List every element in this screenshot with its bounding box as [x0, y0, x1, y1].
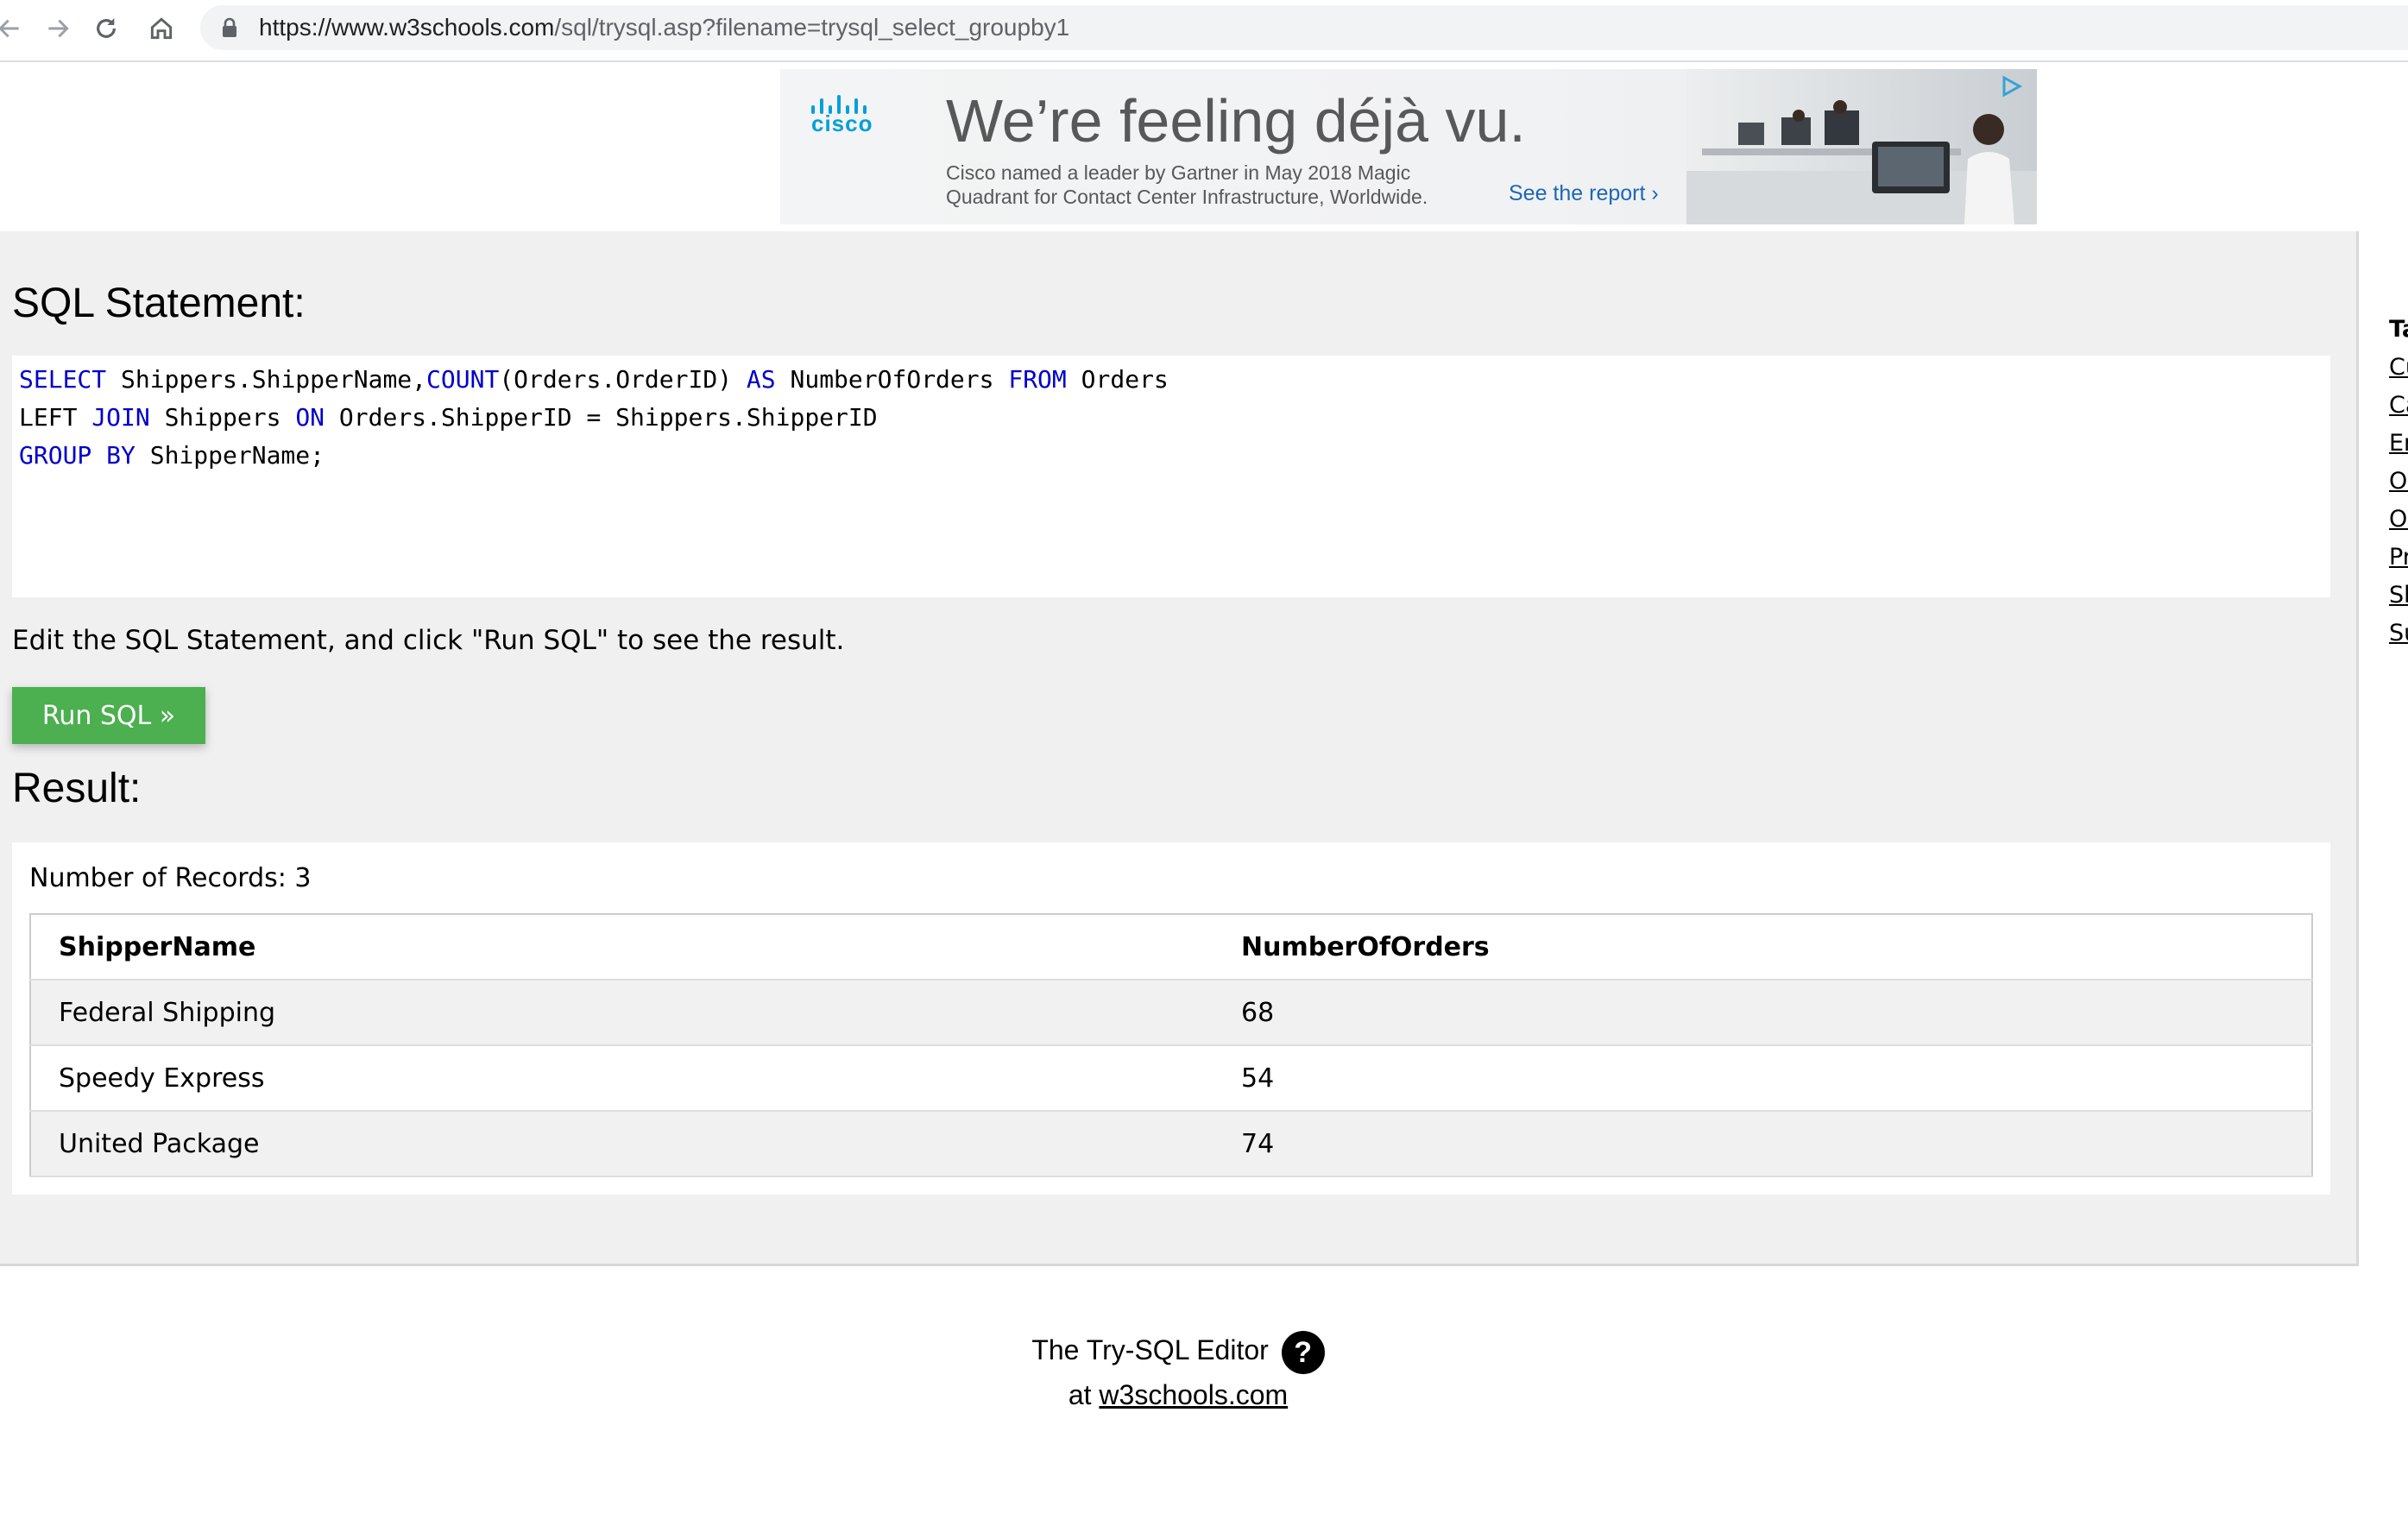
table-cell: Speedy Express: [30, 1045, 1213, 1112]
table-cell: 74: [1213, 1111, 2312, 1177]
w3schools-link[interactable]: w3schools.com: [1099, 1379, 1288, 1410]
code-line: GROUP BY ShipperName;: [19, 437, 2323, 475]
sidebar-table-link[interactable]: Or: [2389, 501, 2408, 539]
url-path: /sql/trysql.asp?filename=trysql_select_g…: [554, 14, 1070, 41]
sql-text: Shippers.ShipperName,: [106, 365, 427, 394]
tables-sidebar: Ta Cu Ca Em Or Or Pr Sh Su: [2389, 311, 2408, 653]
column-header: NumberOfOrders: [1213, 914, 2312, 981]
address-bar[interactable]: https://www.w3schools.com/sql/trysql.asp…: [200, 5, 2408, 50]
table-cell: United Package: [30, 1111, 1213, 1177]
sql-text: Shippers: [149, 403, 296, 432]
sql-keyword: JOIN: [91, 403, 150, 432]
table-cell: Federal Shipping: [30, 980, 1213, 1046]
ad-body: Cisco named a leader by Gartner in May 2…: [946, 161, 1428, 208]
sidebar-heading: Ta: [2389, 316, 2408, 343]
home-icon[interactable]: [140, 9, 183, 48]
sql-text: NumberOfOrders: [775, 365, 1009, 394]
reload-icon[interactable]: [85, 9, 128, 48]
table-row: Federal Shipping 68: [30, 980, 2312, 1046]
run-sql-button[interactable]: Run SQL »: [12, 687, 205, 744]
ad-photo-image: [1686, 69, 2037, 224]
result-heading: Result:: [12, 766, 142, 811]
adchoices-icon[interactable]: [1999, 74, 2023, 98]
ad-brand: cisco: [811, 110, 873, 136]
sidebar-table-link[interactable]: Sh: [2389, 577, 2408, 615]
sql-keyword: GROUP BY: [19, 441, 136, 470]
footer-title: The Try-SQL Editor: [1031, 1334, 1269, 1365]
record-count: Number of Records: 3: [29, 863, 312, 893]
forward-icon[interactable]: [36, 9, 79, 48]
url-host: https://www.w3schools.com: [259, 14, 555, 41]
sidebar-table-link[interactable]: Em: [2389, 425, 2408, 463]
ad-headline: We’re feeling déjà vu.: [946, 87, 1526, 154]
browser-toolbar: https://www.w3schools.com/sql/trysql.asp…: [0, 0, 2408, 62]
table-row: Speedy Express 54: [30, 1045, 2312, 1112]
ad-link[interactable]: See the report ›: [1509, 181, 1659, 206]
sql-keyword: COUNT: [426, 365, 500, 394]
sidebar-table-link[interactable]: Ca: [2389, 387, 2408, 425]
table-header-row: ShipperName NumberOfOrders: [30, 914, 2312, 981]
sql-text: LEFT: [19, 403, 92, 432]
footer-line: The Try-SQL Editor ?: [0, 1329, 2356, 1374]
sql-text: Orders: [1066, 365, 1169, 394]
footer: The Try-SQL Editor ? at w3schools.com: [0, 1329, 2356, 1416]
url-text: https://www.w3schools.com/sql/trysql.asp…: [259, 12, 1069, 43]
footer-at: at: [1068, 1378, 1100, 1410]
sql-keyword: FROM: [1008, 365, 1067, 394]
result-box: Number of Records: 3 ShipperName NumberO…: [12, 842, 2330, 1195]
sidebar-table-link[interactable]: Pr: [2389, 539, 2408, 577]
instruction-text: Edit the SQL Statement, and click "Run S…: [12, 625, 845, 656]
sql-statement-heading: SQL Statement:: [12, 281, 306, 326]
code-line: SELECT Shippers.ShipperName,COUNT(Orders…: [19, 361, 2323, 399]
sidebar-table-link[interactable]: Su: [2389, 615, 2408, 653]
help-icon[interactable]: ?: [1281, 1330, 1325, 1374]
sql-text: Orders.ShipperID = Shippers.ShipperID: [325, 403, 878, 432]
sql-keyword: SELECT: [19, 365, 107, 394]
result-table: ShipperName NumberOfOrders Federal Shipp…: [29, 913, 2313, 1177]
table-cell: 68: [1213, 980, 2312, 1046]
footer-line: at w3schools.com: [0, 1374, 2356, 1416]
column-header: ShipperName: [30, 914, 1213, 981]
table-row: United Package 74: [30, 1111, 2312, 1177]
back-icon[interactable]: [0, 9, 31, 48]
sql-text: ShipperName;: [135, 441, 325, 470]
lock-icon: [223, 17, 236, 37]
sidebar-table-link[interactable]: Or: [2389, 463, 2408, 501]
code-line: LEFT JOIN Shippers ON Orders.ShipperID =…: [19, 399, 2323, 437]
sql-keyword: AS: [746, 365, 776, 394]
editor-panel: SQL Statement: SELECT Shippers.ShipperNa…: [0, 231, 2359, 1266]
sidebar-table-link[interactable]: Cu: [2389, 349, 2408, 387]
ad-banner[interactable]: cisco We’re feeling déjà vu. Cisco named…: [780, 69, 2037, 224]
sql-code-editor[interactable]: SELECT Shippers.ShipperName,COUNT(Orders…: [12, 356, 2330, 597]
sql-keyword: ON: [295, 403, 325, 432]
sql-text: (Orders.OrderID): [499, 365, 747, 394]
table-cell: 54: [1213, 1045, 2312, 1112]
